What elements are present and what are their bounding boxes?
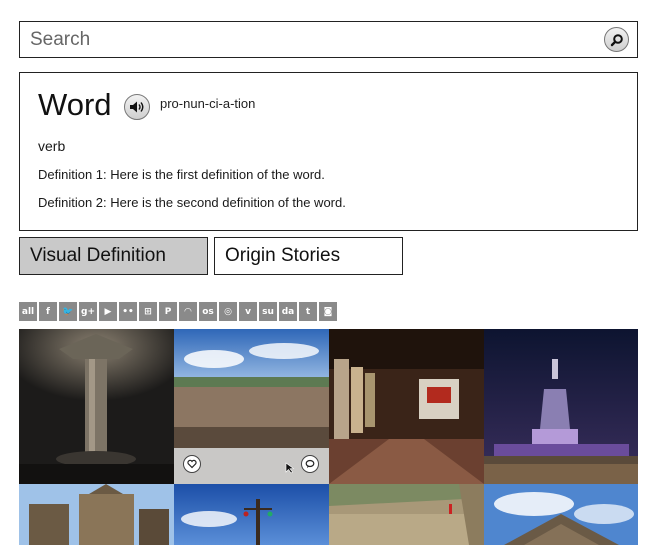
vimeo-icon[interactable]: v	[239, 302, 257, 321]
definition-card: Word pro-nun-ci-a-tion verb Definition 1…	[19, 72, 638, 231]
stumbleupon-icon[interactable]: su	[259, 302, 277, 321]
photo-museum-interior	[329, 329, 484, 484]
search-button[interactable]	[604, 27, 629, 52]
search-icon	[610, 33, 623, 46]
dribbble-icon[interactable]: ◎	[219, 302, 237, 321]
rss-icon[interactable]: ◠	[179, 302, 197, 321]
search-bar	[19, 21, 638, 58]
windows-icon[interactable]: ⊞	[139, 302, 157, 321]
photo-ruins-ground	[329, 484, 484, 545]
flickr-icon[interactable]: ••	[119, 302, 137, 321]
audio-button[interactable]	[124, 94, 150, 120]
pinterest-icon[interactable]: P	[159, 302, 177, 321]
photo-tile[interactable]	[174, 484, 329, 545]
photo-tile[interactable]	[19, 484, 174, 545]
google-plus-icon[interactable]: g+	[79, 302, 97, 321]
photo-pyramid	[484, 484, 638, 545]
definition-item: Definition 2: Here is the second definit…	[38, 195, 346, 210]
tab-origin-stories[interactable]: Origin Stories	[214, 237, 403, 275]
search-input[interactable]	[20, 22, 590, 57]
social-icon-strip: all f 🐦 g+ ▶ •• ⊞ P ◠ os ◎ v su da t ◙	[19, 302, 337, 321]
photo-cathedral	[19, 484, 174, 545]
all-icon[interactable]: all	[19, 302, 37, 321]
photo-tile[interactable]	[174, 329, 329, 484]
deviantart-icon[interactable]: da	[279, 302, 297, 321]
cursor-icon	[285, 462, 295, 474]
word-title: Word	[38, 87, 112, 122]
comment-button[interactable]	[301, 455, 319, 473]
comment-icon	[305, 459, 315, 468]
part-of-speech: verb	[38, 138, 66, 154]
youtube-icon[interactable]: ▶	[99, 302, 117, 321]
tumblr-icon[interactable]: t	[299, 302, 317, 321]
pronunciation: pro-nun-ci-a-tion	[160, 96, 256, 111]
photo-tile[interactable]	[484, 329, 638, 484]
instagram-icon[interactable]: ◙	[319, 302, 337, 321]
photo-monument-dusk	[484, 329, 638, 484]
facebook-icon[interactable]: f	[39, 302, 57, 321]
photo-grid	[19, 329, 638, 545]
twitter-icon[interactable]: 🐦	[59, 302, 77, 321]
photo-voladores-pole	[174, 484, 329, 545]
tab-visual-definition[interactable]: Visual Definition	[19, 237, 208, 275]
photo-tile[interactable]	[484, 484, 638, 545]
lastfm-icon[interactable]: os	[199, 302, 217, 321]
like-button[interactable]	[183, 455, 201, 473]
photo-column-hall	[19, 329, 174, 484]
photo-tile[interactable]	[329, 484, 484, 545]
speaker-icon	[130, 101, 144, 113]
heart-icon	[187, 459, 197, 469]
photo-overlay	[174, 448, 329, 484]
definition-item: Definition 1: Here is the first definiti…	[38, 167, 325, 182]
photo-tile[interactable]	[19, 329, 174, 484]
photo-tile[interactable]	[329, 329, 484, 484]
